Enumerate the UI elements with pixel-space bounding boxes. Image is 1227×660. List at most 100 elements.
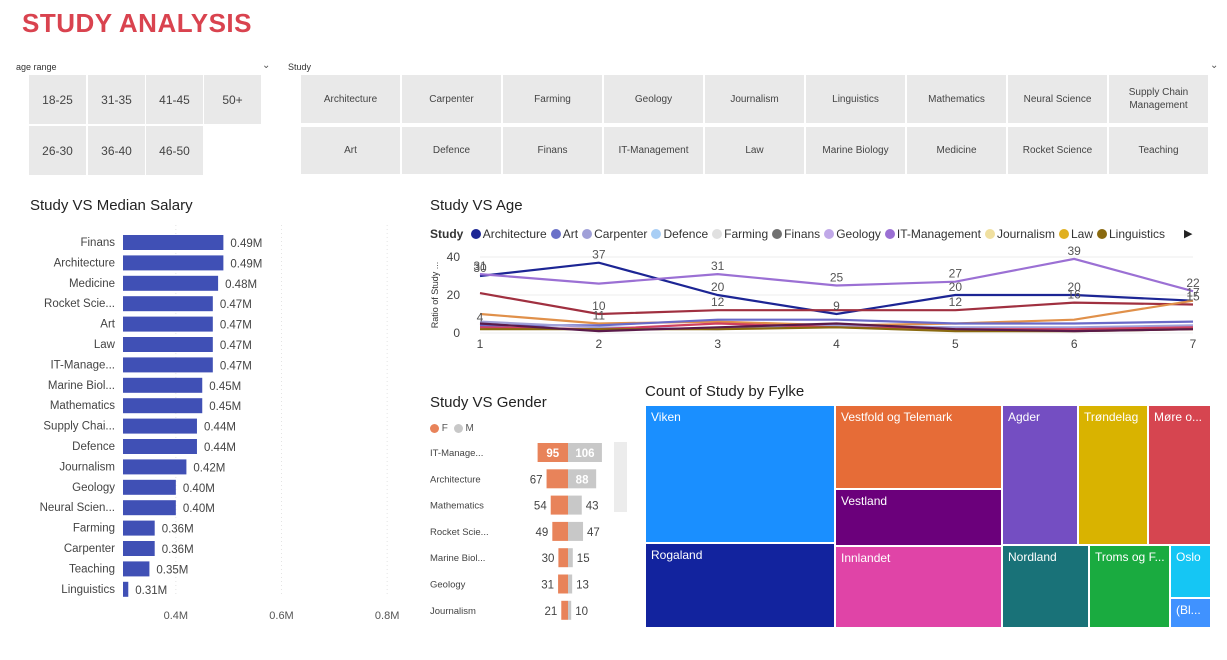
salary-value-label: 0.45M [209, 401, 241, 413]
study-option-medicine[interactable]: Medicine [907, 127, 1006, 174]
age-legend-item-architecture[interactable]: Architecture [470, 227, 547, 241]
treemap-cell-label: (Bl... [1176, 603, 1201, 617]
age-legend-item-geology[interactable]: Geology [824, 227, 881, 241]
salary-bar[interactable] [123, 479, 176, 495]
salary-bar[interactable] [123, 541, 155, 556]
salary-bar[interactable] [123, 398, 203, 414]
study-option-marine-biology[interactable]: Marine Biology [806, 127, 905, 174]
age-legend-item-journalism[interactable]: Journalism [984, 227, 1055, 241]
salary-bar[interactable] [123, 337, 213, 352]
salary-bar[interactable] [123, 581, 129, 597]
study-option-art[interactable]: Art [301, 127, 400, 174]
treemap-cell-agder[interactable]: Agder [1002, 405, 1078, 545]
salary-bar[interactable] [123, 357, 213, 373]
study-option-teaching[interactable]: Teaching [1109, 127, 1208, 174]
salary-bar[interactable] [123, 418, 197, 434]
female-bar[interactable] [558, 548, 568, 568]
treemap-cell-viken[interactable]: Viken [645, 405, 835, 543]
legend-next-arrow-icon[interactable]: ▶ [1184, 227, 1192, 240]
salary-category-label: Marine Biol... [48, 380, 115, 392]
age-option-18-25[interactable]: 18-25 [29, 75, 86, 124]
age-legend-item-finans[interactable]: Finans [772, 227, 820, 241]
salary-chart: Finans 0.49M Architecture 0.49M Medicine 0.48… [40, 225, 399, 622]
female-bar[interactable] [550, 495, 568, 515]
treemap-cell-vestfold-og-telemark[interactable]: Vestfold og Telemark [835, 405, 1002, 489]
treemap-cell-bl[interactable]: (Bl... [1170, 598, 1211, 628]
age-legend-item-carpenter[interactable]: Carpenter [582, 227, 647, 241]
age-legend-item-art[interactable]: Art [550, 227, 579, 241]
female-value-label: 49 [536, 527, 549, 539]
salary-bar[interactable] [123, 296, 213, 312]
treemap-cell-innlandet[interactable]: Innlandet [835, 546, 1002, 628]
male-bar[interactable] [568, 521, 584, 541]
male-bar[interactable] [568, 548, 573, 568]
age-legend-item-defence[interactable]: Defence [651, 227, 708, 241]
study-option-finans[interactable]: Finans [503, 127, 602, 174]
salary-bar[interactable] [123, 316, 213, 332]
age-option-41-45[interactable]: 41-45 [146, 75, 203, 124]
treemap-cell-m-re-o[interactable]: Møre o... [1148, 405, 1211, 545]
treemap-title: Count of Study by Fylke [645, 383, 805, 400]
salary-bar[interactable] [123, 439, 197, 454]
salary-value-label: 0.35M [156, 564, 188, 576]
female-bar[interactable] [561, 600, 568, 620]
salary-bar[interactable] [123, 377, 203, 393]
salary-bar[interactable] [123, 275, 219, 291]
age-option-50[interactable]: 50+ [204, 75, 261, 124]
study-option-farming[interactable]: Farming [503, 75, 602, 123]
age-option-36-40[interactable]: 36-40 [88, 126, 145, 175]
treemap-cell-rogaland[interactable]: Rogaland [645, 543, 835, 628]
age-legend-label: Art [562, 227, 579, 241]
male-value-label: 10 [575, 606, 588, 618]
age-legend-item-linguistics[interactable]: Linguistics [1096, 227, 1165, 241]
study-option-carpenter[interactable]: Carpenter [402, 75, 501, 123]
study-option-architecture[interactable]: Architecture [301, 75, 400, 123]
male-bar[interactable] [568, 600, 572, 620]
age-legend-label: Carpenter [594, 227, 648, 241]
male-bar[interactable] [568, 495, 582, 515]
study-option-journalism[interactable]: Journalism [705, 75, 804, 123]
study-option-defence[interactable]: Defence [402, 127, 501, 174]
female-bar[interactable] [558, 574, 568, 594]
age-legend-label: IT-Management [896, 227, 981, 241]
age-option-46-50[interactable]: 46-50 [146, 126, 203, 175]
study-option-geology[interactable]: Geology [604, 75, 703, 123]
gender-chart-scrollbar[interactable] [614, 442, 627, 512]
age-legend-item-it-management[interactable]: IT-Management [884, 227, 981, 241]
study-option-neural-science[interactable]: Neural Science [1008, 75, 1107, 123]
gender-category-label: Geology [430, 580, 466, 591]
treemap-cell-label: Oslo [1176, 550, 1201, 564]
treemap-cell-vestland[interactable]: Vestland [835, 489, 1002, 546]
salary-bar[interactable] [123, 561, 150, 577]
age-legend-title: Study [430, 227, 464, 241]
study-slicer-chevron-down-icon[interactable]: ⌄ [1210, 60, 1218, 71]
age-option-26-30[interactable]: 26-30 [29, 126, 86, 175]
salary-bar[interactable] [123, 235, 224, 250]
male-bar[interactable] [568, 574, 573, 594]
salary-bar[interactable] [123, 500, 176, 516]
salary-bar[interactable] [123, 459, 187, 475]
treemap-cell-oslo[interactable]: Oslo [1170, 545, 1211, 598]
study-option-linguistics[interactable]: Linguistics [806, 75, 905, 123]
age-legend-item-law[interactable]: Law [1058, 227, 1093, 241]
study-option-law[interactable]: Law [705, 127, 804, 174]
female-bar[interactable] [546, 469, 568, 489]
age-legend-item-farming[interactable]: Farming [712, 227, 768, 241]
salary-bar[interactable] [123, 520, 155, 536]
treemap-cell-troms-og-f[interactable]: Troms og F... [1089, 545, 1170, 628]
age-option-31-35[interactable]: 31-35 [88, 75, 145, 124]
age-slicer-chevron-down-icon[interactable]: ⌄ [262, 60, 270, 71]
study-option-rocket-science[interactable]: Rocket Science [1008, 127, 1107, 174]
salary-value-label: 0.48M [225, 279, 257, 291]
report-title: STUDY ANALYSIS [22, 8, 252, 38]
study-option-supply-chain-management[interactable]: Supply Chain Management [1109, 75, 1208, 123]
study-option-it-management[interactable]: IT-Management [604, 127, 703, 174]
study-option-mathematics[interactable]: Mathematics [907, 75, 1006, 123]
female-bar[interactable] [552, 521, 568, 541]
treemap-cell-nordland[interactable]: Nordland [1002, 545, 1089, 628]
age-legend-dot-icon [1058, 229, 1069, 239]
age-x-tick: 7 [1190, 337, 1197, 351]
treemap-cell-tr-ndelag[interactable]: Trøndelag [1078, 405, 1148, 545]
gender-category-label: Marine Biol... [430, 553, 485, 564]
salary-bar[interactable] [123, 255, 224, 271]
